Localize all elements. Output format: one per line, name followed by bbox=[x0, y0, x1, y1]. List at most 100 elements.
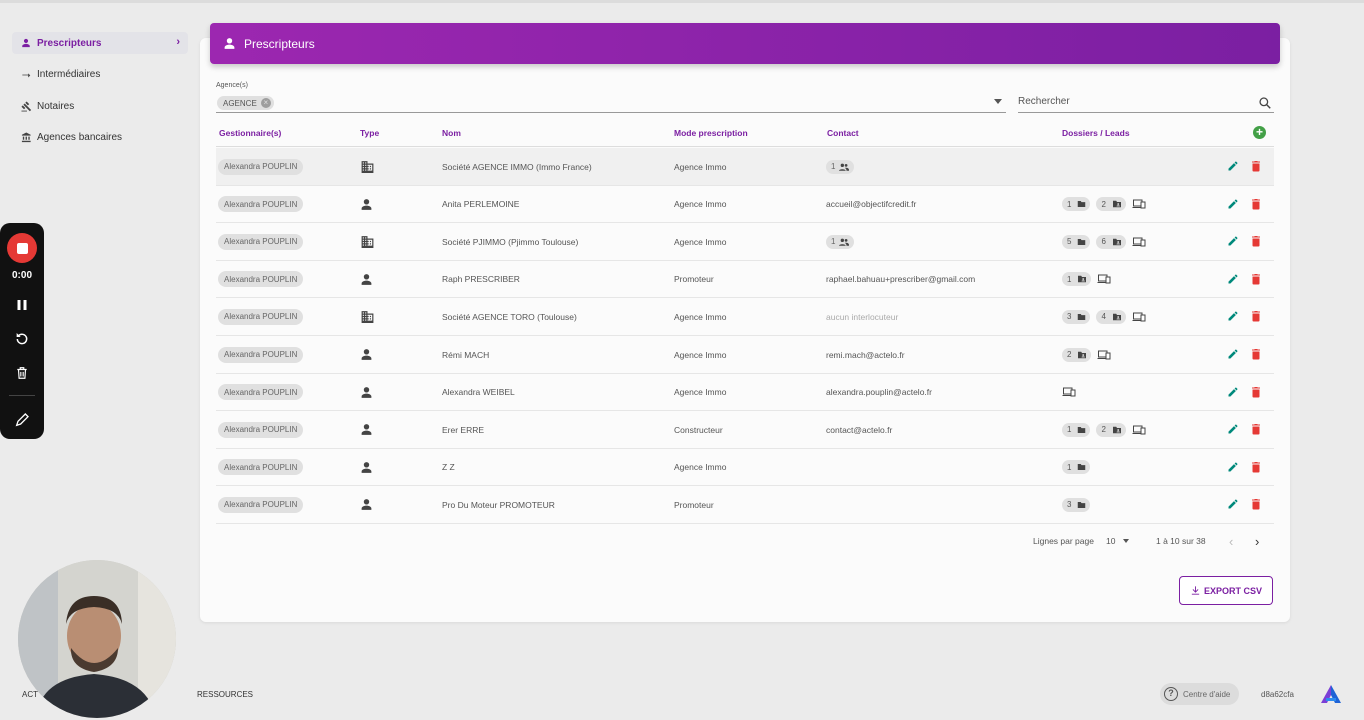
sidebar-item-intermediaires[interactable]: Intermédiaires bbox=[12, 64, 188, 86]
delete-icon[interactable] bbox=[1251, 498, 1261, 510]
delete-icon[interactable] bbox=[1251, 310, 1261, 322]
column-dossiers-leads[interactable]: Dossiers / Leads bbox=[1062, 128, 1130, 138]
dossiers-badge[interactable]: 1 bbox=[1062, 460, 1091, 475]
prev-page-icon[interactable]: ‹ bbox=[1229, 534, 1233, 549]
table-row[interactable]: Alexandra POUPLIN Anita PERLEMOINE Agence … bbox=[216, 186, 1274, 224]
table-row[interactable]: Alexandra POUPLIN Société AGENCE IMMO (Im… bbox=[216, 148, 1274, 186]
gestionnaire-chip[interactable]: Alexandra POUPLIN bbox=[218, 196, 304, 213]
sidebar-item-notaires[interactable]: Notaires bbox=[12, 95, 188, 117]
table-row[interactable]: Alexandra POUPLIN Pro Du Moteur PROMOTEUR… bbox=[216, 486, 1274, 524]
devices-icon[interactable] bbox=[1097, 274, 1111, 284]
edit-icon[interactable] bbox=[1227, 423, 1239, 435]
edit-icon[interactable] bbox=[1227, 386, 1239, 398]
folder-icon bbox=[1074, 313, 1086, 321]
help-center-button[interactable]: ? Centre d'aide bbox=[1160, 683, 1239, 705]
column-type[interactable]: Type bbox=[360, 128, 379, 138]
leads-badge[interactable]: 2 bbox=[1096, 197, 1126, 212]
prescripteur-name: Rémi MACH bbox=[442, 349, 490, 360]
dossiers-badge[interactable]: 1 bbox=[1062, 422, 1091, 437]
gestionnaire-chip[interactable]: Alexandra POUPLIN bbox=[218, 421, 304, 438]
column-gestionnaire[interactable]: Gestionnaire(s) bbox=[219, 128, 281, 138]
agency-select-underline bbox=[216, 112, 1006, 113]
sidebar-item-label: Prescripteurs bbox=[37, 37, 102, 49]
contact-count-chip[interactable]: 1 bbox=[826, 159, 855, 174]
edit-icon[interactable] bbox=[1227, 310, 1239, 322]
column-nom[interactable]: Nom bbox=[442, 128, 461, 138]
agency-chip[interactable]: AGENCE × bbox=[217, 96, 274, 110]
pen-icon[interactable] bbox=[12, 410, 32, 430]
gestionnaire-chip[interactable]: Alexandra POUPLIN bbox=[218, 308, 304, 325]
stop-record-button[interactable] bbox=[7, 233, 37, 263]
table-row[interactable]: Alexandra POUPLIN Rémi MACH Agence Immo rem… bbox=[216, 336, 1274, 374]
delete-icon[interactable] bbox=[1251, 198, 1261, 210]
prescripteur-name: Z Z bbox=[442, 462, 455, 473]
delete-icon[interactable] bbox=[1251, 461, 1261, 473]
table-row[interactable]: Alexandra POUPLIN Raph PRESCRIBER Promoteu… bbox=[216, 261, 1274, 299]
dossiers-badge[interactable]: 1 bbox=[1062, 197, 1091, 212]
pause-icon[interactable] bbox=[12, 295, 32, 315]
table-row[interactable]: Alexandra POUPLIN Z Z Agence Immo 1 bbox=[216, 449, 1274, 487]
dossiers-badge[interactable]: 3 bbox=[1062, 497, 1091, 512]
delete-icon[interactable] bbox=[1251, 273, 1261, 285]
table-row[interactable]: Alexandra POUPLIN Alexandra WEIBEL Agence … bbox=[216, 374, 1274, 412]
prescripteur-name: Pro Du Moteur PROMOTEUR bbox=[442, 499, 555, 510]
sidebar-item-prescripteurs[interactable]: Prescripteurs › bbox=[12, 32, 188, 54]
column-mode-prescription[interactable]: Mode prescription bbox=[674, 128, 748, 138]
gestionnaire-chip[interactable]: Alexandra POUPLIN bbox=[218, 158, 304, 175]
rows-per-page-select[interactable]: 10 bbox=[1106, 536, 1130, 546]
delete-icon[interactable] bbox=[1251, 386, 1261, 398]
chip-remove-icon[interactable]: × bbox=[260, 98, 271, 108]
table-row[interactable]: Alexandra POUPLIN Société PJIMMO (Pjimmo … bbox=[216, 223, 1274, 261]
edit-icon[interactable] bbox=[1227, 160, 1239, 172]
app-logo bbox=[1320, 684, 1342, 709]
delete-icon[interactable] bbox=[1251, 160, 1261, 172]
leads-badge[interactable]: 4 bbox=[1096, 309, 1126, 324]
edit-icon[interactable] bbox=[1227, 461, 1239, 473]
gestionnaire-chip[interactable]: Alexandra POUPLIN bbox=[218, 271, 304, 288]
mode-prescription: Promoteur bbox=[674, 274, 714, 285]
edit-icon[interactable] bbox=[1227, 273, 1239, 285]
export-csv-button[interactable]: EXPORT CSV bbox=[1179, 576, 1273, 605]
rows-per-page-value: 10 bbox=[1106, 536, 1116, 546]
dossiers-badge[interactable]: 5 bbox=[1062, 234, 1091, 249]
folder-icon bbox=[1074, 238, 1086, 246]
table-row[interactable]: Alexandra POUPLIN Société AGENCE TORO (To… bbox=[216, 298, 1274, 336]
devices-icon[interactable] bbox=[1097, 350, 1111, 360]
devices-icon[interactable] bbox=[1132, 237, 1146, 247]
dropdown-arrow-icon[interactable] bbox=[994, 99, 1002, 104]
trash-icon[interactable] bbox=[12, 363, 32, 383]
edit-icon[interactable] bbox=[1227, 235, 1239, 247]
add-prescripteur-button[interactable]: + bbox=[1253, 126, 1266, 139]
leads-badge[interactable]: 1 bbox=[1062, 272, 1092, 287]
devices-icon[interactable] bbox=[1132, 312, 1146, 322]
sidebar-item-agences-bancaires[interactable]: Agences bancaires bbox=[12, 127, 188, 149]
table-row[interactable]: Alexandra POUPLIN Erer ERRE Constructeur co… bbox=[216, 411, 1274, 449]
gestionnaire-chip[interactable]: Alexandra POUPLIN bbox=[218, 233, 304, 250]
resources-link[interactable]: RESSOURCES bbox=[197, 690, 253, 699]
delete-icon[interactable] bbox=[1251, 235, 1261, 247]
next-page-icon[interactable]: › bbox=[1255, 534, 1259, 549]
column-contact[interactable]: Contact bbox=[827, 128, 859, 138]
leads-badge[interactable]: 6 bbox=[1096, 234, 1126, 249]
gestionnaire-chip[interactable]: Alexandra POUPLIN bbox=[218, 384, 304, 401]
mode-prescription: Promoteur bbox=[674, 499, 714, 510]
restart-icon[interactable] bbox=[12, 329, 32, 349]
leads-badge[interactable]: 2 bbox=[1062, 347, 1092, 362]
leads-badge[interactable]: 2 bbox=[1096, 422, 1126, 437]
delete-icon[interactable] bbox=[1251, 348, 1261, 360]
devices-icon[interactable] bbox=[1132, 199, 1146, 209]
edit-icon[interactable] bbox=[1227, 198, 1239, 210]
devices-icon[interactable] bbox=[1062, 387, 1076, 397]
mode-prescription: Agence Immo bbox=[674, 311, 727, 322]
gestionnaire-chip[interactable]: Alexandra POUPLIN bbox=[218, 459, 304, 476]
edit-icon[interactable] bbox=[1227, 348, 1239, 360]
gestionnaire-chip[interactable]: Alexandra POUPLIN bbox=[218, 496, 304, 513]
edit-icon[interactable] bbox=[1227, 498, 1239, 510]
gestionnaire-chip[interactable]: Alexandra POUPLIN bbox=[218, 346, 304, 363]
search-input[interactable] bbox=[1018, 96, 1248, 107]
search-icon[interactable] bbox=[1258, 96, 1272, 115]
devices-icon[interactable] bbox=[1132, 425, 1146, 435]
contact-count-chip[interactable]: 1 bbox=[826, 234, 855, 249]
dossiers-badge[interactable]: 3 bbox=[1062, 309, 1091, 324]
delete-icon[interactable] bbox=[1251, 423, 1261, 435]
